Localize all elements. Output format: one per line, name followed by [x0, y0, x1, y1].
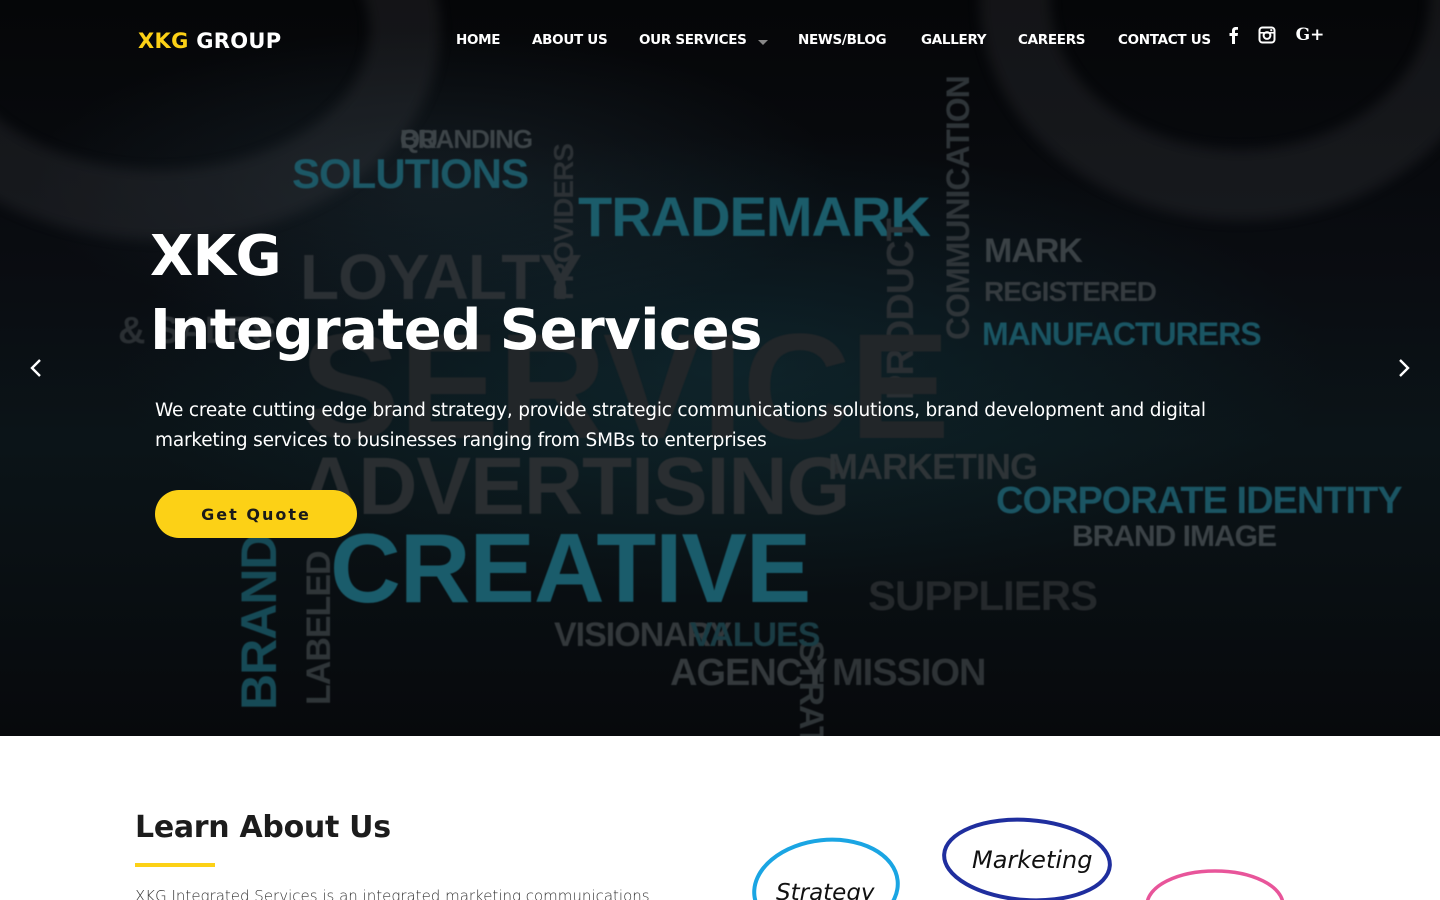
slider-next-button[interactable]: [1390, 354, 1418, 382]
about-illustration: Strategy Marketing: [740, 810, 1300, 900]
background-word: SUPPLIERS: [868, 572, 1098, 619]
background-word: MANUFACTURERS: [982, 316, 1262, 352]
bubble-marketing-label: Marketing: [972, 846, 1092, 874]
background-word: VALUES: [690, 616, 820, 654]
about-text: XKG Integrated Services is an integrated…: [135, 887, 650, 900]
google-plus-icon: G+: [1295, 25, 1325, 45]
caret-down-icon[interactable]: [758, 40, 768, 45]
hero-title: XKG Integrated Services: [150, 220, 762, 368]
background-word: QU: [400, 124, 438, 154]
background-word: SOLUTIONS: [292, 150, 529, 197]
get-quote-button[interactable]: Get Quote: [155, 490, 357, 538]
background-word: CORPORATE IDENTITY: [996, 480, 1403, 522]
facebook-icon: [1229, 27, 1238, 44]
brand-logo-rest: GROUP: [196, 29, 282, 53]
nav-gallery[interactable]: GALLERY: [921, 32, 987, 48]
about-title-underline: [135, 863, 215, 867]
nav-our-services[interactable]: OUR SERVICES: [639, 32, 747, 48]
about-title: Learn About Us: [135, 810, 391, 845]
chevron-left-icon: [30, 359, 41, 377]
hero-subtitle: We create cutting edge brand strategy, p…: [155, 400, 1206, 451]
instagram-link[interactable]: [1256, 24, 1278, 46]
bubble-strategy-label: Strategy: [776, 880, 875, 900]
background-word: MARK: [984, 232, 1083, 270]
nav-about-us[interactable]: ABOUT US: [532, 32, 608, 48]
hero-title-line1: XKG: [150, 224, 282, 289]
background-word: REGISTERED: [984, 276, 1157, 307]
background-word: MISSION: [832, 652, 986, 694]
brand-logo-accent: XKG: [138, 29, 189, 53]
nav-news-blog[interactable]: NEWS/BLOG: [798, 32, 887, 48]
nav-careers[interactable]: CAREERS: [1018, 32, 1086, 48]
chevron-right-icon: [1399, 359, 1410, 377]
background-word: AGENCY: [670, 652, 828, 694]
bubbles-graphic: Strategy Marketing: [752, 817, 1285, 900]
brand-logo[interactable]: XKG GROUP: [138, 29, 281, 53]
nav-home[interactable]: HOME: [456, 32, 501, 48]
navbar: XKG GROUP HOME ABOUT US OUR SERVICES NEW…: [0, 0, 1440, 82]
instagram-icon: [1258, 26, 1276, 44]
hero-title-line2: Integrated Services: [150, 298, 762, 363]
hero-slider: BRANDING SOLUTIONS PROVIDERS TRADEMARK COMMU…: [0, 0, 1440, 736]
background-word: BRAND: [231, 534, 287, 710]
google-plus-link[interactable]: G+: [1295, 24, 1325, 46]
nav-contact-us[interactable]: CONTACT US: [1118, 32, 1211, 48]
background-word: BRAND IMAGE: [1072, 520, 1277, 553]
background-word: CREATIVE: [330, 513, 811, 623]
slider-prev-button[interactable]: [22, 354, 50, 382]
facebook-link[interactable]: [1222, 24, 1244, 46]
